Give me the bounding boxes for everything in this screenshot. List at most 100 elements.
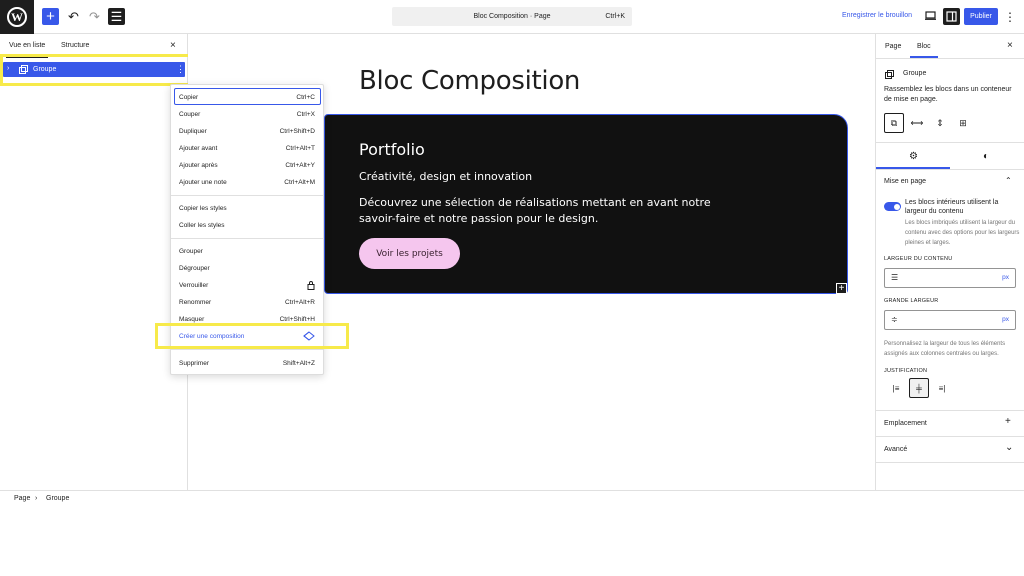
panel-divider — [876, 410, 1024, 411]
menu-item-paste-styles[interactable]: Coller les styles — [179, 220, 315, 232]
top-toolbar: W + ↶ ↷ ☰ Bloc Composition · Page Ctrl+K… — [0, 0, 1024, 34]
justify-left-icon: |≡ — [892, 383, 900, 393]
justification-controls: |≡ ╪ ≡| — [886, 378, 952, 398]
menu-item-duplicate[interactable]: Dupliquer Ctrl+Shift+D — [179, 126, 315, 138]
block-name: Groupe — [903, 70, 927, 77]
menu-item-add-note[interactable]: Ajouter une note Ctrl+Alt+M — [179, 177, 315, 189]
menu-item-shortcut: Ctrl+X — [296, 111, 315, 118]
menu-item-insert-before[interactable]: Ajouter avant Ctrl+Alt+T — [179, 143, 315, 155]
justify-center-button[interactable]: ╪ — [909, 378, 929, 398]
more-options-button[interactable]: ⋮ — [1004, 8, 1016, 25]
menu-item-rename[interactable]: Renommer Ctrl+Alt+R — [179, 297, 315, 309]
menu-item-label: Coller les styles — [179, 222, 225, 229]
view-projects-button[interactable]: Voir les projets — [359, 238, 460, 269]
justify-right-icon: ≡| — [938, 383, 946, 393]
variation-row-button[interactable]: ⟷ — [907, 113, 927, 133]
position-section-title[interactable]: Emplacement — [884, 420, 927, 427]
chevron-down-icon[interactable]: ⌄ — [1005, 442, 1013, 453]
document-title: Bloc Composition · Page — [473, 13, 551, 20]
inner-blocks-toggle[interactable] — [884, 202, 901, 211]
content-width-field[interactable]: ☰ px — [884, 268, 1016, 288]
close-icon[interactable]: × — [1007, 40, 1013, 51]
advanced-section-title[interactable]: Avancé — [884, 446, 907, 453]
publish-button[interactable]: Publier — [964, 8, 998, 25]
width-help-text: Personnalisez la largeur de tous les élé… — [884, 341, 1006, 357]
menu-item-label: Dégrouper — [179, 265, 210, 272]
breadcrumb: Page › Groupe — [0, 490, 1024, 504]
menu-item-label: Copier — [179, 94, 199, 101]
variation-group-button[interactable]: ⧉ — [884, 113, 904, 133]
menu-item-delete[interactable]: Supprimer Shift+Alt+Z — [179, 358, 315, 370]
undo-icon: ↶ — [68, 8, 79, 24]
variation-stack-button[interactable]: ⇕ — [930, 113, 950, 133]
lock-icon — [307, 281, 315, 290]
content-width-icon: ☰ — [891, 273, 899, 282]
wordpress-logo-button[interactable]: W — [0, 0, 34, 34]
preview-button[interactable] — [924, 9, 937, 22]
unit-select[interactable]: px — [1002, 316, 1009, 323]
wide-width-icon: ≑ — [891, 315, 898, 324]
desktop-icon — [925, 11, 936, 20]
block-description: Rassemblez les blocs dans un conteneur d… — [884, 86, 1012, 103]
editor-app: W + ↶ ↷ ☰ Bloc Composition · Page Ctrl+K… — [0, 0, 1024, 576]
settings-gear-tab[interactable]: ⚙ — [909, 151, 918, 162]
redo-button[interactable]: ↷ — [86, 8, 103, 25]
menu-item-cut[interactable]: Couper Ctrl+X — [179, 109, 315, 121]
block-variations: ⧉ ⟷ ⇕ ⊞ — [884, 113, 973, 133]
group-icon: ⧉ — [890, 117, 898, 128]
toggle-help-text: Les blocs imbriqués utilisent la largeur… — [905, 220, 1020, 246]
variation-grid-button[interactable]: ⊞ — [953, 113, 973, 133]
block-paragraph[interactable]: Découvrez une sélection de réalisations … — [359, 195, 719, 227]
content-width-label: Largeur du contenu — [884, 256, 953, 262]
menu-item-shortcut: Ctrl+Alt+M — [284, 179, 315, 186]
justify-left-button[interactable]: |≡ — [886, 378, 906, 398]
close-icon[interactable]: × — [170, 40, 176, 51]
tab-page[interactable]: Page — [885, 43, 901, 50]
block-heading[interactable]: Portfolio — [359, 140, 425, 159]
wide-width-field[interactable]: ≑ px — [884, 310, 1016, 330]
menu-item-label: Supprimer — [179, 360, 209, 367]
menu-item-group[interactable]: Grouper — [179, 246, 315, 258]
justify-right-button[interactable]: ≡| — [932, 378, 952, 398]
menu-item-label: Verrouiller — [179, 282, 209, 289]
toggle-label: Les blocs intérieurs utilisent la largeu… — [905, 199, 999, 215]
menu-item-copy-styles[interactable]: Copier les styles — [179, 203, 315, 215]
tab-block[interactable]: Bloc — [917, 43, 931, 50]
undo-button[interactable]: ↶ — [65, 8, 82, 25]
document-overview-button[interactable]: ☰ — [108, 8, 125, 25]
breadcrumb-page[interactable]: Page — [14, 495, 30, 502]
list-view-panel: Vue en liste Structure × — [0, 34, 188, 490]
menu-item-shortcut: Ctrl+Shift+D — [279, 128, 315, 135]
row-icon: ⟷ — [910, 117, 924, 128]
block-subheading[interactable]: Créativité, design et innovation — [359, 170, 532, 183]
unit-select[interactable]: px — [1002, 274, 1009, 281]
menu-item-shortcut: Ctrl+Alt+R — [285, 299, 315, 306]
add-block-button[interactable]: + — [42, 8, 59, 25]
gear-icon: ⚙ — [909, 151, 918, 162]
command-palette-bar[interactable]: Bloc Composition · Page Ctrl+K — [392, 7, 632, 26]
menu-item-shortcut: Ctrl+C — [296, 94, 315, 101]
plus-icon[interactable]: + — [1005, 416, 1011, 427]
highlight-annotation-create-pattern — [155, 323, 349, 349]
justify-center-icon: ╪ — [916, 383, 922, 393]
add-block-inline-icon[interactable]: + — [836, 283, 847, 294]
styles-tab[interactable]: ◐ — [983, 151, 989, 162]
stack-icon: ⇕ — [936, 117, 944, 128]
list-view-icon: ☰ — [110, 8, 123, 24]
page-title[interactable]: Bloc Composition — [359, 66, 580, 96]
wide-width-label: Grande largeur — [884, 298, 939, 304]
menu-item-lock[interactable]: Verrouiller — [179, 280, 315, 292]
layout-section-title[interactable]: Mise en page — [884, 178, 926, 185]
settings-toggle-button[interactable] — [943, 8, 960, 25]
save-draft-button[interactable]: Enregistrer le brouillon — [842, 12, 912, 19]
menu-item-insert-after[interactable]: Ajouter après Ctrl+Alt+Y — [179, 160, 315, 172]
tab-list-view[interactable]: Vue en liste — [9, 42, 45, 49]
tab-structure[interactable]: Structure — [61, 42, 89, 49]
panel-divider — [876, 142, 1024, 143]
menu-item-copy[interactable]: Copier Ctrl+C — [179, 92, 315, 104]
command-shortcut: Ctrl+K — [605, 13, 625, 20]
chevron-up-icon[interactable]: ⌃ — [1005, 176, 1012, 185]
breadcrumb-group[interactable]: Groupe — [46, 495, 69, 502]
menu-divider — [171, 195, 323, 196]
menu-item-ungroup[interactable]: Dégrouper — [179, 263, 315, 275]
